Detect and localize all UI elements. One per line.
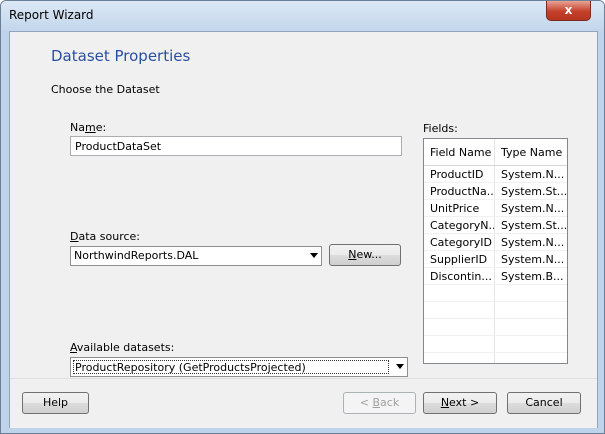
new-datasource-button[interactable]: New... [329,244,401,266]
close-button[interactable]: x [546,1,591,21]
chevron-down-icon [396,364,404,369]
empty-cell [424,301,495,319]
empty-cell [494,284,567,302]
table-row[interactable]: CategoryN... System.St... [424,216,567,234]
empty-row [424,335,567,353]
type-name-cell: System.St... [494,216,567,234]
empty-cell [424,335,495,353]
back-button[interactable]: < Back [343,392,416,414]
table-row[interactable]: ProductNa... System.St... [424,182,567,200]
empty-cell [424,352,495,363]
empty-cell [494,352,567,363]
close-icon: x [564,3,573,17]
fields-label: Fields: [423,122,458,135]
wizard-content: Dataset Properties Choose the Dataset Na… [9,31,598,428]
field-name-cell: CategoryN... [424,216,495,234]
data-source-value: NorthwindReports.DAL [74,249,199,262]
field-name-cell: Discontin... [424,267,495,285]
title-bar[interactable]: Report Wizard x [1,1,604,31]
empty-row [424,352,567,363]
field-name-cell: UnitPrice [424,199,495,217]
data-source-dropdown[interactable]: NorthwindReports.DAL [70,246,322,266]
type-name-cell: System.N... [494,250,567,268]
empty-row [424,284,567,302]
field-name-cell: ProductNa... [424,182,495,200]
empty-cell [494,301,567,319]
name-label: Name: [70,121,107,134]
page-subtitle: Choose the Dataset [51,83,160,96]
empty-cell [494,318,567,336]
type-name-cell: System.N... [494,165,567,183]
table-row[interactable]: SupplierID System.N... [424,250,567,268]
fields-header-row: Field Name Type Name [424,139,567,166]
type-name-cell: System.St... [494,182,567,200]
fields-list[interactable]: Field Name Type Name ProductID System.N..… [423,138,568,364]
column-header-field-name[interactable]: Field Name [424,139,495,166]
page-title: Dataset Properties [51,47,191,65]
chevron-down-icon [310,253,318,258]
next-button[interactable]: Next > [423,392,497,414]
name-value: ProductDataSet [75,140,162,153]
available-datasets-label: Available datasets: [70,341,175,354]
data-source-label: Data source: [70,230,141,243]
type-name-cell: System.N... [494,199,567,217]
help-button[interactable]: Help [22,392,89,414]
header-band: Dataset Properties Choose the Dataset [10,32,597,110]
field-name-cell: ProductID [424,165,495,183]
name-field[interactable]: ProductDataSet [70,136,402,156]
table-row[interactable]: UnitPrice System.N... [424,199,567,217]
window-title: Report Wizard [9,8,94,22]
cancel-button[interactable]: Cancel [507,392,581,414]
empty-cell [424,318,495,336]
available-datasets-value: ProductRepository (GetProductsProjected) [73,360,389,374]
field-name-cell: SupplierID [424,250,495,268]
report-wizard-window: Report Wizard x Dataset Properties Choos… [0,0,605,434]
empty-row [424,318,567,336]
type-name-cell: System.N... [494,233,567,251]
table-row[interactable]: ProductID System.N... [424,165,567,183]
button-bar: Help < Back Next > Cancel [10,378,597,428]
type-name-cell: System.B... [494,267,567,285]
table-row[interactable]: CategoryID System.N... [424,233,567,251]
empty-row [424,301,567,319]
field-name-cell: CategoryID [424,233,495,251]
table-row[interactable]: Discontin... System.B... [424,267,567,285]
empty-cell [424,284,495,302]
column-header-type-name[interactable]: Type Name [494,139,567,166]
empty-cell [494,335,567,353]
available-datasets-dropdown[interactable]: ProductRepository (GetProductsProjected) [70,357,408,377]
